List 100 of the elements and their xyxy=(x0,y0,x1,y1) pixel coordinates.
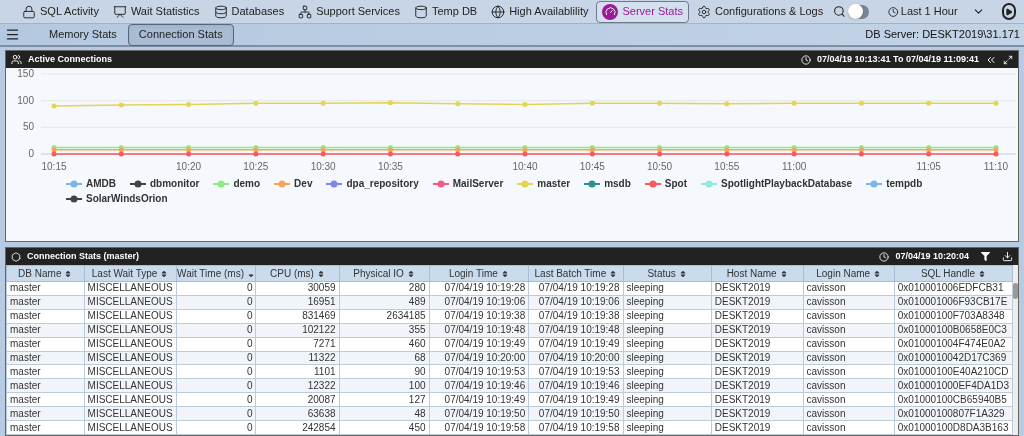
play-icon[interactable] xyxy=(1002,3,1016,20)
table-cell: 0 xyxy=(176,378,256,393)
column-header[interactable]: SQL Handle xyxy=(894,265,1013,282)
column-header[interactable]: Last Wait Type xyxy=(84,265,177,282)
table-cell: 07/04/19 10:19:46 xyxy=(528,378,623,393)
time-range-dropdown[interactable]: Last 1 Hour xyxy=(900,3,985,20)
table-cell: 1101 xyxy=(256,364,340,379)
nav-tab[interactable]: Server Stats xyxy=(596,0,689,23)
table-cell: 07/04/19 10:19:49 xyxy=(429,392,529,407)
sub-tab[interactable]: Memory Stats xyxy=(38,23,128,46)
table-cell: 460 xyxy=(339,337,430,352)
nav-tab[interactable]: SQL Activity xyxy=(16,0,105,23)
table-cell: MISCELLANEOUS xyxy=(84,378,177,393)
legend-label[interactable]: SolarWindsOrion xyxy=(86,191,168,206)
toggle-switch[interactable] xyxy=(848,4,870,19)
column-header[interactable]: Wait Time (ms) xyxy=(176,265,256,282)
column-header[interactable]: Login Time xyxy=(429,265,529,282)
table-cell: 12322 xyxy=(256,378,340,393)
x-axis-label: 10:50 xyxy=(647,161,673,172)
legend-label[interactable]: demo xyxy=(233,176,261,191)
x-axis-label: 10:55 xyxy=(714,161,740,172)
table-cell: 450 xyxy=(339,420,430,435)
legend-label[interactable]: dbmonitor xyxy=(150,176,200,191)
legend-label[interactable]: master xyxy=(537,176,571,191)
table-cell: MISCELLANEOUS xyxy=(84,323,177,338)
table-cell: master xyxy=(6,323,85,338)
y-axis-label: 100 xyxy=(17,94,34,106)
table-cell: MISCELLANEOUS xyxy=(84,351,177,365)
column-header[interactable]: DB Name xyxy=(6,265,85,282)
table-cell: 48 xyxy=(339,406,430,421)
table-cell: 07/04/19 10:20:00 xyxy=(528,351,623,365)
expand-icon[interactable] xyxy=(1003,54,1013,65)
table-cell: DESKT2019 xyxy=(711,351,804,365)
nav-tab[interactable]: Wait Statistics xyxy=(106,0,206,23)
table-cell: 07/04/19 10:19:49 xyxy=(528,337,623,352)
table-cell: DESKT2019 xyxy=(711,337,804,352)
nav-tab[interactable]: Support Services xyxy=(292,0,406,23)
table-cell: sleeping xyxy=(623,323,712,338)
table-cell: sleeping xyxy=(623,364,712,379)
table-cell: 90 xyxy=(339,364,430,379)
column-header[interactable]: Login Name xyxy=(803,265,895,282)
column-header[interactable]: Physical IO xyxy=(339,265,430,282)
table-cell: 0x010001006F93CB17E xyxy=(894,295,1013,310)
legend-label[interactable]: SpotlightPlaybackDatabase xyxy=(721,176,853,191)
panel-title: Active Connections xyxy=(28,52,112,66)
legend-label[interactable]: Spot xyxy=(664,176,687,191)
sort-icon xyxy=(609,269,618,278)
table-cell: 102122 xyxy=(256,323,340,338)
nav-tab[interactable]: Configurations & Logs xyxy=(691,0,830,23)
table-cell: 68 xyxy=(339,351,430,365)
table-cell: sleeping xyxy=(623,392,712,407)
table-cell: 07/04/19 10:19:58 xyxy=(528,420,623,435)
table-cell: 07/04/19 10:19:48 xyxy=(528,323,623,338)
table-cell: 100 xyxy=(339,378,430,393)
table-cell: sleeping xyxy=(623,281,712,296)
table-cell: 20087 xyxy=(256,392,340,407)
table-cell: cavisson xyxy=(803,337,895,352)
table-cell: cavisson xyxy=(803,351,895,365)
filter-icon[interactable] xyxy=(981,252,990,261)
legend-label[interactable]: AMDB xyxy=(86,176,116,191)
legend-label[interactable]: msdb xyxy=(604,176,631,191)
legend-label[interactable]: Dev xyxy=(294,176,313,191)
scrollbar[interactable] xyxy=(1013,265,1018,435)
database-icon xyxy=(213,4,228,19)
table-cell: 0 xyxy=(176,392,256,407)
clock-icon xyxy=(879,251,890,262)
table-cell: DESKT2019 xyxy=(711,378,804,393)
table-cell: 0x010001004F474E0A2 xyxy=(894,337,1013,352)
sub-tab[interactable]: Connection Stats xyxy=(127,23,234,46)
table-cell: sleeping xyxy=(623,337,712,352)
table-cell: 0x01000100CB65940B5 xyxy=(894,392,1013,407)
cylinder-icon xyxy=(413,4,428,19)
x-axis-label: 10:30 xyxy=(310,161,336,172)
column-header[interactable]: Status xyxy=(623,265,712,282)
table-cell: 0 xyxy=(176,295,256,310)
legend-label[interactable]: dpa_repository xyxy=(346,176,419,191)
table-cell: DESKT2019 xyxy=(711,392,804,407)
table-cell: master xyxy=(6,351,85,365)
sort-icon xyxy=(500,269,509,278)
nav-tab[interactable]: High Availablility xyxy=(485,0,595,23)
legend-label[interactable]: tempdb xyxy=(886,176,923,191)
column-header[interactable]: Last Batch Time xyxy=(528,265,623,282)
table-cell: cavisson xyxy=(803,392,895,407)
column-header[interactable]: Host Name xyxy=(711,265,804,282)
table-cell: 280 xyxy=(339,281,430,296)
legend-label[interactable]: MailServer xyxy=(452,176,504,191)
column-header[interactable]: CPU (ms) xyxy=(256,265,340,282)
table-cell: cavisson xyxy=(803,323,895,338)
nav-tab[interactable]: Databases xyxy=(207,0,291,23)
x-axis-label: 10:35 xyxy=(377,161,403,172)
table-cell: cavisson xyxy=(803,364,895,379)
table-cell: MISCELLANEOUS xyxy=(84,406,177,421)
nav-tab[interactable]: Temp DB xyxy=(407,0,484,23)
table-cell: 0 xyxy=(176,337,256,352)
y-axis-label: 0 xyxy=(28,148,34,159)
panel-title: Connection Stats (master) xyxy=(27,249,140,263)
table-cell: DESKT2019 xyxy=(711,364,804,379)
menu-icon[interactable] xyxy=(5,27,20,42)
download-icon[interactable] xyxy=(1002,251,1013,262)
search-icon[interactable] xyxy=(833,3,847,20)
